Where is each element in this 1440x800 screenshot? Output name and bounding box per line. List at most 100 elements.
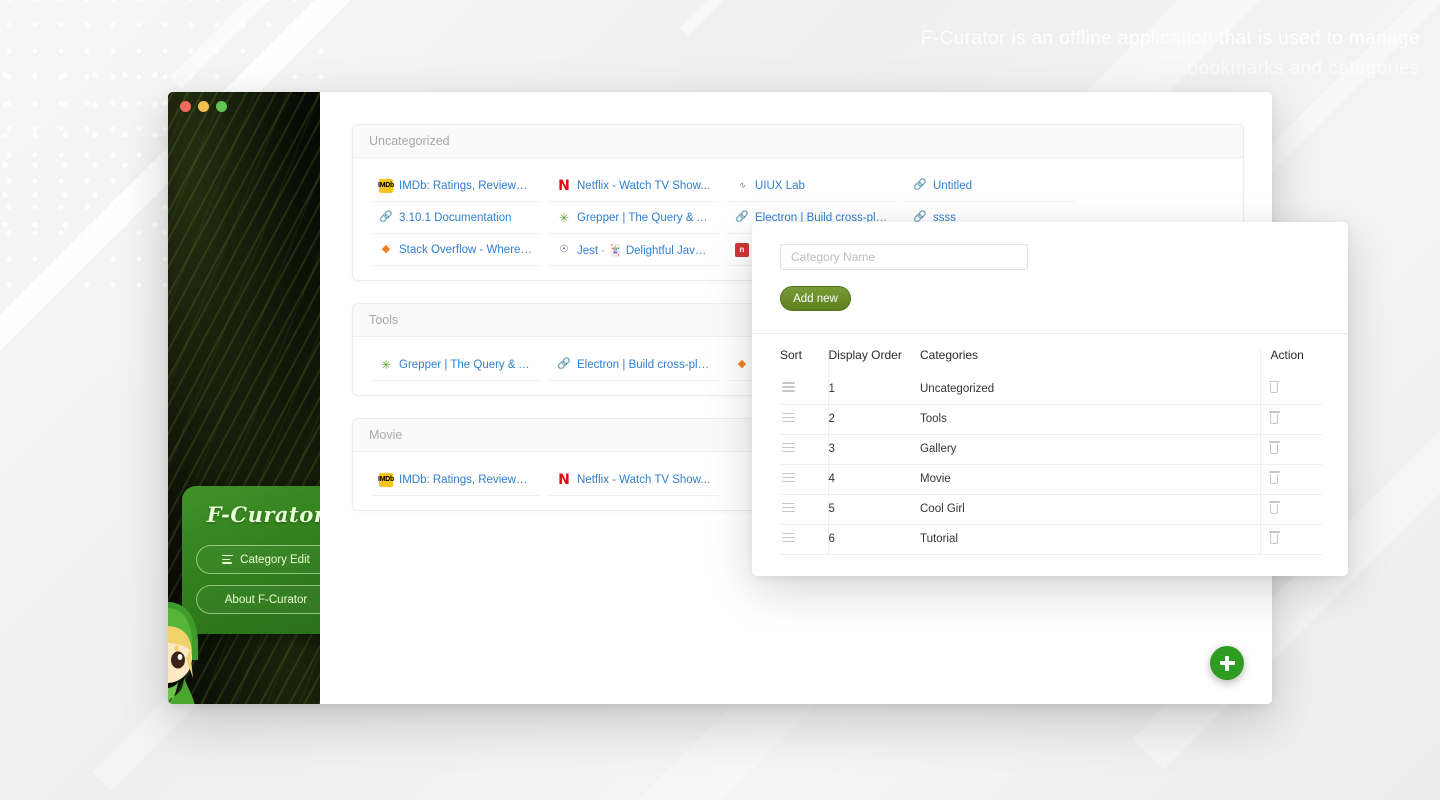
table-row[interactable]: 3 Gallery <box>780 434 1322 465</box>
drag-handle-icon[interactable] <box>782 382 795 392</box>
bookmark-item[interactable]: N Netflix - Watch TV Show... <box>549 170 719 202</box>
cell-sort <box>780 524 829 555</box>
bookmark-item[interactable]: 🔗 3.10.1 Documentation <box>371 202 541 234</box>
link-icon: 🔗 <box>379 211 393 223</box>
column-header-sort: Sort <box>780 348 829 374</box>
netflix-icon: N <box>558 177 570 194</box>
delete-icon[interactable] <box>1268 411 1280 424</box>
watermark-text: F-Curator is an offline application that… <box>800 24 1420 84</box>
drag-handle-icon[interactable] <box>782 412 795 423</box>
bookmark-label: Grepper | The Query & A... <box>399 358 533 371</box>
table-body: 1 Uncategorized 2 Tools 3 Gallery 4 Movie 5 Cool … <box>780 374 1322 555</box>
bookmark-label: Electron | Build cross-plat... <box>577 358 711 371</box>
category-edit-modal: Add new Sort Display Order Categories Ac… <box>752 222 1348 576</box>
table-row[interactable]: 1 Uncategorized <box>780 374 1322 405</box>
table-row[interactable]: 2 Tools <box>780 404 1322 435</box>
column-header-categories: Categories <box>920 348 979 362</box>
drag-handle-icon[interactable] <box>782 532 795 543</box>
delete-icon[interactable] <box>1268 380 1280 394</box>
delete-icon[interactable] <box>1268 471 1280 484</box>
minimize-icon[interactable] <box>198 101 209 112</box>
cell-sort <box>780 464 829 495</box>
sidebar-item-category-edit[interactable]: Category Edit <box>196 545 320 574</box>
background-dot-pattern-secondary <box>0 60 170 240</box>
page-root: F-Curator is an offline application that… <box>0 0 1440 800</box>
table-row[interactable]: 4 Movie <box>780 464 1322 495</box>
sidebar-item-label: About F-Curator <box>224 593 308 606</box>
bookmark-label: Untitled <box>933 179 972 192</box>
netflix-icon: N <box>558 471 570 488</box>
cell-action <box>1259 494 1322 525</box>
grepper-icon: ✳ <box>558 210 570 225</box>
bookmark-label: Stack Overflow - Where ... <box>399 243 533 256</box>
table-row[interactable]: 5 Cool Girl <box>780 494 1322 525</box>
column-header-action: Action <box>1259 348 1322 374</box>
uiux-icon: ∿ <box>738 180 746 190</box>
list-icon <box>222 555 234 564</box>
sidebar: F-Curator Category Edit About F-Curator <box>168 92 320 704</box>
cell-sort <box>780 494 829 525</box>
cell-action <box>1259 374 1322 405</box>
cell-category-name[interactable]: Tools <box>920 404 1260 435</box>
bookmark-item[interactable]: ◆ Stack Overflow - Where ... <box>371 234 541 266</box>
cell-sort <box>780 374 829 405</box>
bookmark-item[interactable]: IMDb IMDb: Ratings, Reviews, ... <box>371 464 541 496</box>
category-name-input[interactable] <box>780 244 1028 270</box>
bookmark-label: IMDb: Ratings, Reviews, ... <box>399 179 533 192</box>
cell-action <box>1259 524 1322 555</box>
cell-sort <box>780 404 829 435</box>
categories-table: Sort Display Order Categories Action 1 Un… <box>780 348 1322 555</box>
cell-category-name[interactable]: Tutorial <box>920 524 1260 555</box>
link-icon: 🔗 <box>735 211 749 223</box>
add-bookmark-button[interactable] <box>1210 646 1244 680</box>
cell-display-order: 2 <box>828 404 920 435</box>
bookmark-label: 3.10.1 Documentation <box>399 211 512 224</box>
link-icon: 🔗 <box>913 179 927 191</box>
sidebar-item-about[interactable]: About F-Curator <box>196 585 320 614</box>
cell-action <box>1259 434 1322 465</box>
table-header-row: Sort Display Order Categories Action <box>780 348 1322 374</box>
drag-handle-icon[interactable] <box>782 442 795 453</box>
grepper-icon: ✳ <box>380 357 392 372</box>
npm-icon: n <box>735 242 749 257</box>
window-controls[interactable] <box>180 101 227 112</box>
cell-category-name[interactable]: Movie <box>920 464 1260 495</box>
bookmark-item[interactable]: ✳ Grepper | The Query & A... <box>371 349 541 381</box>
so-icon: ◆ <box>381 243 391 255</box>
bookmark-item[interactable]: N Netflix - Watch TV Show... <box>549 464 719 496</box>
bookmark-label: Netflix - Watch TV Show... <box>577 473 710 486</box>
nav-panel: F-Curator Category Edit About F-Curator <box>182 486 320 634</box>
modal-divider <box>752 333 1348 334</box>
delete-icon[interactable] <box>1268 501 1280 514</box>
bookmark-label: Grepper | The Query & A... <box>577 211 711 224</box>
delete-icon[interactable] <box>1268 531 1280 544</box>
table-row[interactable]: 6 Tutorial <box>780 524 1322 555</box>
cell-display-order: 4 <box>828 464 920 495</box>
cell-action <box>1259 464 1322 495</box>
bookmark-item[interactable]: ∿ UIUX Lab <box>727 170 897 202</box>
jest-icon: ☉ <box>559 243 569 255</box>
watermark-line-1: F-Curator is an offline application that… <box>920 28 1420 49</box>
column-header-order: Display Order <box>828 348 902 362</box>
bookmark-label: UIUX Lab <box>755 179 805 192</box>
cell-sort <box>780 434 829 465</box>
maximize-icon[interactable] <box>216 101 227 112</box>
bookmark-item[interactable]: 🔗 Untitled <box>905 170 1075 202</box>
category-title: Uncategorized <box>353 125 1243 158</box>
add-new-button[interactable]: Add new <box>780 286 851 311</box>
bookmark-item[interactable]: IMDb IMDb: Ratings, Reviews, ... <box>371 170 541 202</box>
bookmark-item[interactable]: ☉ Jest · 🃏 Delightful JavaSc... <box>549 234 719 266</box>
close-icon[interactable] <box>180 101 191 112</box>
bookmark-item[interactable]: 🔗 Electron | Build cross-plat... <box>549 349 719 381</box>
cell-action <box>1259 404 1322 435</box>
cell-category-name[interactable]: Uncategorized <box>920 374 1260 405</box>
drag-handle-icon[interactable] <box>782 502 795 513</box>
cell-display-order: 5 <box>828 494 920 525</box>
cell-category-name[interactable]: Gallery <box>920 434 1260 465</box>
sidebar-item-label: Category Edit <box>240 553 310 566</box>
delete-icon[interactable] <box>1268 441 1280 454</box>
drag-handle-icon[interactable] <box>782 472 795 483</box>
cell-category-name[interactable]: Cool Girl <box>920 494 1260 525</box>
bookmark-item[interactable]: ✳ Grepper | The Query & A... <box>549 202 719 234</box>
link-icon: 🔗 <box>557 358 571 370</box>
